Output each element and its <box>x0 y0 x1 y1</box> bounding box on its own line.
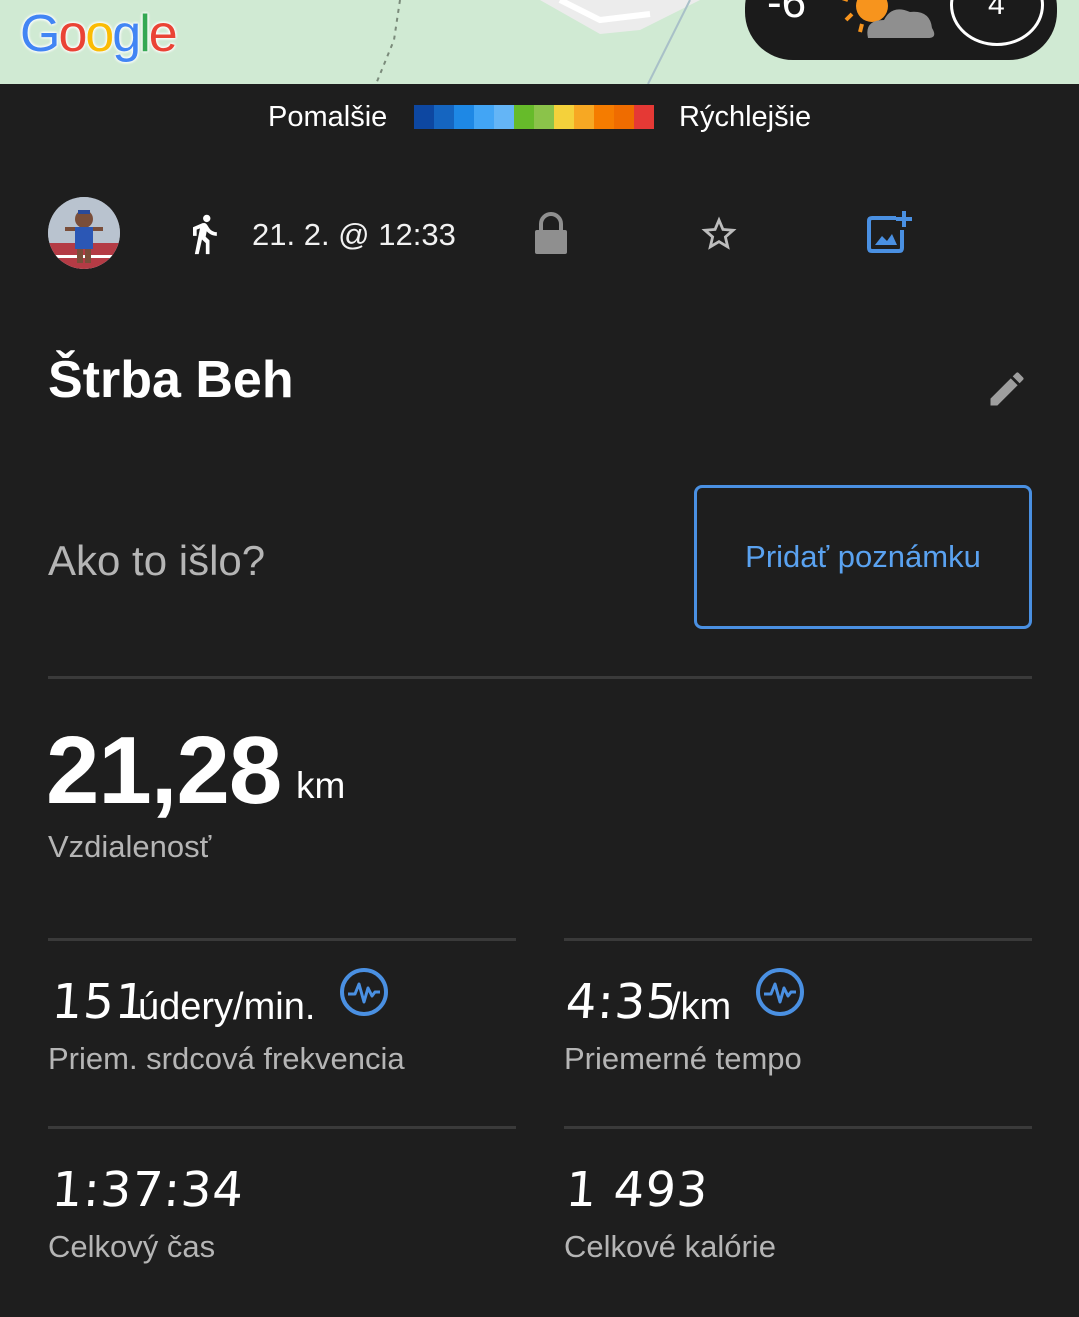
legend-color-swatch <box>434 105 454 129</box>
legend-color-swatch <box>554 105 574 129</box>
weather-temperature: -6 <box>767 0 807 27</box>
legend-color-swatch <box>414 105 434 129</box>
logo-letter: o <box>58 5 87 63</box>
activity-detail-screen: Google -6 4 Pomalšie Rýchlejšie 21. 2. @… <box>0 0 1079 1317</box>
legend-color-swatch <box>474 105 494 129</box>
distance-value: 21,28 <box>46 717 282 824</box>
route-map[interactable]: Google -6 4 <box>0 0 1079 84</box>
divider <box>564 938 1032 941</box>
pace-graph-icon[interactable] <box>754 966 806 1018</box>
stat-value: 4:35 <box>564 974 680 1030</box>
running-icon <box>193 214 217 255</box>
stat-label: Priem. srdcová frekvencia <box>48 1041 405 1076</box>
stat-label: Celkový čas <box>48 1229 216 1264</box>
logo-letter: G <box>20 5 60 63</box>
note-prompt: Ako to išlo? <box>48 537 266 584</box>
activity-date: 21. 2. @ 12:33 <box>252 217 456 252</box>
logo-letter: e <box>148 5 178 63</box>
legend-color-swatch <box>534 105 554 129</box>
divider <box>48 938 516 941</box>
legend-color-swatch <box>514 105 534 129</box>
legend-slow-label: Pomalšie <box>268 101 388 133</box>
legend-color-swatch <box>574 105 594 129</box>
stat-label: Celkové kalórie <box>564 1229 776 1264</box>
divider <box>564 1126 1032 1129</box>
divider <box>48 676 1032 679</box>
legend-color-swatch <box>634 105 654 129</box>
activity-title: Štrba Beh <box>48 351 294 409</box>
legend-fast-label: Rýchlejšie <box>679 101 812 133</box>
logo-letter: o <box>85 5 114 63</box>
add-photo-icon[interactable] <box>866 210 912 254</box>
heart-rate-graph-icon[interactable] <box>338 966 390 1018</box>
stat-unit: /km <box>670 986 732 1028</box>
avatar-image <box>48 197 120 269</box>
pencil-icon[interactable] <box>985 367 1029 411</box>
legend-color-swatch <box>594 105 614 129</box>
wind-value: 4 <box>988 0 1005 21</box>
legend-color-swatch <box>454 105 474 129</box>
divider <box>48 1126 516 1129</box>
logo-letter: l <box>139 5 150 63</box>
logo-letter: g <box>112 5 141 63</box>
lock-icon[interactable] <box>533 212 569 256</box>
stat-value: 151 <box>50 974 149 1030</box>
stat-value: 1:37:34 <box>50 1162 247 1218</box>
stat-label: Priemerné tempo <box>564 1041 802 1076</box>
legend-color-swatch <box>614 105 634 129</box>
google-logo: Google <box>20 4 178 64</box>
legend-color-swatch <box>494 105 514 129</box>
stat-unit: údery/min. <box>138 986 316 1028</box>
stat-value: 1 493 <box>564 1162 711 1218</box>
distance-label: Vzdialenosť <box>48 829 212 864</box>
add-note-button[interactable]: Pridať poznámku <box>694 485 1032 629</box>
speed-color-scale <box>414 105 654 129</box>
avatar[interactable] <box>48 197 120 269</box>
distance-unit: km <box>296 765 346 806</box>
partly-cloudy-icon <box>842 0 935 38</box>
star-outline-icon[interactable] <box>697 213 741 255</box>
